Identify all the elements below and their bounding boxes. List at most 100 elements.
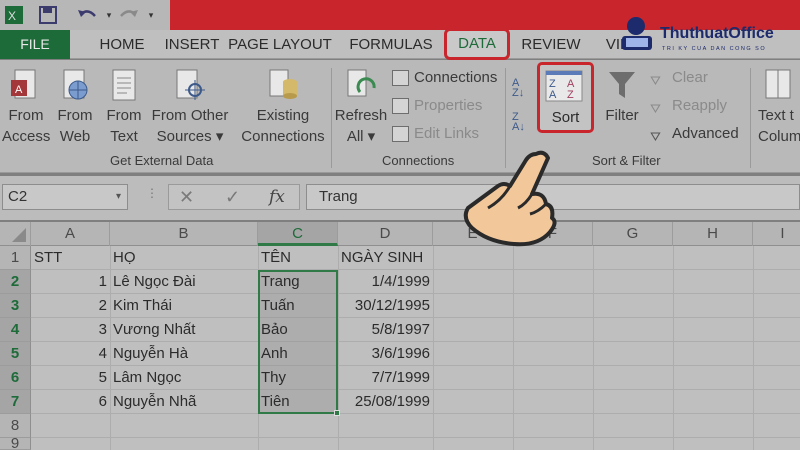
refresh-all-button[interactable]: Refresh All ▾ [334, 68, 388, 147]
enter-icon[interactable]: ✓ [225, 185, 240, 209]
cell[interactable]: 30/12/1995 [338, 294, 433, 318]
column-header-i[interactable]: I [753, 222, 800, 246]
from-text-button[interactable]: From Text [102, 68, 146, 147]
cell[interactable]: STT [31, 246, 110, 270]
text-to-columns-button[interactable]: Text t Colum [758, 68, 800, 147]
filter-icon [609, 72, 635, 98]
tab-data[interactable]: DATA [444, 28, 510, 60]
cell-c2-active[interactable]: Trang [258, 270, 338, 294]
advanced-filter-button[interactable]: ⛛ Advanced [650, 123, 739, 145]
row-header[interactable]: 4 [0, 318, 31, 342]
sort-icon: Z A A Z [545, 70, 583, 102]
row-header[interactable]: 9 [0, 438, 31, 450]
cell[interactable]: 5 [31, 366, 110, 390]
text-to-columns-icon [765, 69, 791, 99]
cell[interactable]: HỌ [110, 246, 258, 270]
row-header[interactable]: 7 [0, 390, 31, 414]
edit-links-icon [392, 126, 409, 142]
from-other-sources-button[interactable]: From Other Sources ▾ [150, 68, 230, 147]
row-header[interactable]: 1 [0, 246, 31, 270]
formula-bar-grip-icon: ⋮ [146, 186, 158, 200]
cell[interactable]: NGÀY SINH [338, 246, 433, 270]
clear-filter-button[interactable]: ⛛ Clear [650, 67, 708, 89]
properties-button[interactable]: Properties [392, 95, 482, 117]
column-header-g[interactable]: G [593, 222, 673, 246]
sort-button[interactable]: Z A A Z Sort [537, 62, 594, 133]
column-header-h[interactable]: H [673, 222, 753, 246]
row-header[interactable]: 8 [0, 414, 31, 438]
sort-a-to-z-icon[interactable]: A Z↓ [512, 78, 534, 99]
connections-icon [392, 70, 409, 86]
from-access-button[interactable]: A From Access [2, 68, 50, 147]
customize-icon[interactable]: ▾ [146, 5, 156, 25]
tab-insert[interactable]: INSERT [150, 30, 234, 59]
cell[interactable]: Bảo [258, 318, 338, 342]
cell[interactable]: Kim Thái [110, 294, 258, 318]
cell[interactable]: Tuấn [258, 294, 338, 318]
undo-dropdown-icon[interactable]: ▾ [104, 5, 114, 25]
cell[interactable]: Nguyễn Hà [110, 342, 258, 366]
logo-brand: ThuthuatOffice [660, 25, 774, 42]
properties-icon [392, 98, 409, 114]
group-label-sort-filter: Sort & Filter [592, 153, 661, 168]
cell[interactable]: Lâm Ngọc [110, 366, 258, 390]
existing-connections-icon [269, 69, 297, 99]
excel-icon: X [4, 5, 24, 25]
formula-bar: C2 ▾ ⋮ ✕ ✓ fx Trang [0, 176, 800, 220]
name-box-dropdown-icon: ▾ [115, 191, 121, 202]
name-box[interactable]: C2 ▾ [2, 184, 128, 210]
edit-links-button[interactable]: Edit Links [392, 123, 479, 145]
select-all-corner[interactable] [0, 222, 31, 246]
worksheet-grid[interactable]: 1 STT HỌ TÊN NGÀY SINH 2 1 Lê Ngọc Đài T… [0, 246, 800, 450]
svg-text:Z: Z [567, 89, 574, 101]
column-headers: A B C D E F G H I [0, 222, 800, 246]
column-header-d[interactable]: D [338, 222, 433, 246]
row-header[interactable]: 3 [0, 294, 31, 318]
row-header[interactable]: 6 [0, 366, 31, 390]
tab-formulas[interactable]: FORMULAS [346, 30, 436, 59]
cell[interactable]: Anh [258, 342, 338, 366]
column-header-b[interactable]: B [110, 222, 258, 246]
from-web-button[interactable]: From Web [52, 68, 98, 147]
text-file-icon [112, 69, 136, 101]
cell[interactable]: Nguyễn Nhã [110, 390, 258, 414]
tab-page-layout[interactable]: PAGE LAYOUT [226, 30, 334, 59]
cell[interactable]: 3 [31, 318, 110, 342]
logo-tagline: TRI KY CUA DAN CONG SO [662, 46, 766, 52]
other-sources-icon [176, 69, 205, 100]
cell[interactable]: 4 [31, 342, 110, 366]
cell[interactable]: 3/6/1996 [338, 342, 433, 366]
insert-function-icon[interactable]: fx [269, 185, 285, 209]
connections-button[interactable]: Connections [392, 67, 497, 89]
cell[interactable]: Tiên [258, 390, 338, 414]
cell[interactable]: 25/08/1999 [338, 390, 433, 414]
tab-file[interactable]: FILE [0, 30, 70, 59]
column-header-c[interactable]: C [258, 222, 338, 246]
sort-z-to-a-icon[interactable]: Z A↓ [512, 112, 534, 133]
cell[interactable]: 7/7/1999 [338, 366, 433, 390]
group-separator [331, 68, 332, 168]
save-icon[interactable] [38, 5, 58, 25]
reapply-icon: ⛛ [650, 101, 661, 116]
tab-review[interactable]: REVIEW [520, 30, 582, 59]
cell[interactable]: 5/8/1997 [338, 318, 433, 342]
row-header[interactable]: 2 [0, 270, 31, 294]
undo-icon[interactable] [74, 5, 100, 25]
cell[interactable]: Lê Ngọc Đài [110, 270, 258, 294]
cell[interactable]: Vương Nhất [110, 318, 258, 342]
column-header-a[interactable]: A [31, 222, 110, 246]
formula-actions: ✕ ✓ fx [168, 184, 300, 210]
cell[interactable]: 1/4/1999 [338, 270, 433, 294]
cancel-icon[interactable]: ✕ [179, 185, 194, 209]
cell[interactable]: 6 [31, 390, 110, 414]
filter-button[interactable]: Filter [600, 68, 644, 126]
row-header[interactable]: 5 [0, 342, 31, 366]
cell[interactable]: 1 [31, 270, 110, 294]
existing-connections-button[interactable]: Existing Connections [238, 68, 328, 147]
reapply-button[interactable]: ⛛ Reapply [650, 95, 727, 117]
group-separator [750, 68, 751, 168]
cell[interactable]: Thy [258, 366, 338, 390]
redo-icon[interactable] [116, 5, 142, 25]
cell[interactable]: 2 [31, 294, 110, 318]
cell[interactable]: TÊN [258, 246, 338, 270]
